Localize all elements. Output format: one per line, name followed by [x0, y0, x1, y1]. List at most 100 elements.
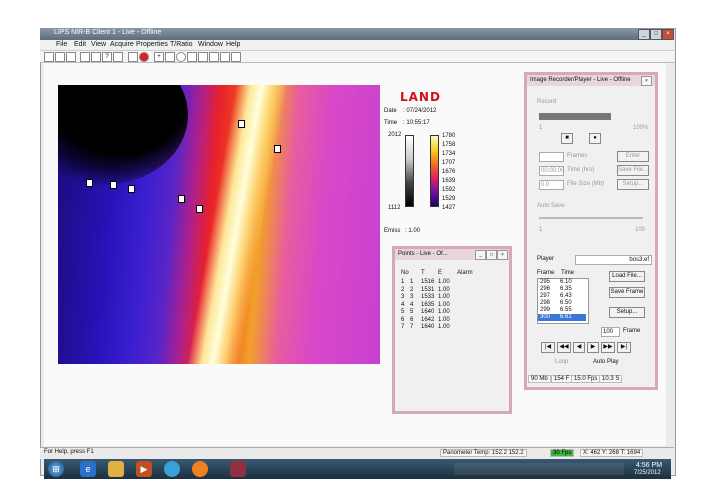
menu-window[interactable]: Window — [198, 41, 223, 48]
stop-button[interactable]: ● — [589, 133, 601, 144]
app-icon[interactable] — [164, 461, 180, 477]
status-frames: 154 F — [551, 375, 573, 383]
save-file-button[interactable]: Save File... — [617, 165, 649, 176]
frame-list-item[interactable]: 298 6.50 — [538, 300, 586, 307]
lips-app-icon[interactable] — [230, 461, 246, 477]
close-icon[interactable]: × — [641, 76, 652, 86]
pointer-icon[interactable] — [113, 52, 123, 62]
crosshair-icon[interactable]: + — [154, 52, 164, 62]
close-icon[interactable]: × — [662, 29, 674, 40]
menu-acquire[interactable]: Acquire — [110, 41, 134, 48]
frame-list-item[interactable]: 295 6.10 — [538, 279, 586, 286]
point-marker[interactable] — [238, 120, 245, 128]
player-file-field[interactable]: bos3.ef — [575, 255, 652, 265]
new-icon[interactable] — [44, 52, 54, 62]
header-alarm: Alarm — [457, 270, 473, 276]
menu-properties[interactable]: Properties — [136, 41, 168, 48]
loop-checkbox[interactable]: Loop — [555, 359, 568, 365]
title-bar[interactable]: LIPS NIR-B Client 1 - Live - Offline _ □… — [40, 28, 674, 40]
status-pyrometer: Panometer Temp: 152.2 152.2 — [440, 449, 527, 457]
header-t: T — [421, 270, 425, 276]
settings-icon[interactable] — [128, 52, 138, 62]
point-marker[interactable] — [128, 185, 135, 193]
last-frame-button[interactable]: ▶| — [617, 342, 631, 353]
row-index: 5 — [401, 309, 405, 315]
first-frame-button[interactable]: |◀ — [541, 342, 555, 353]
menu-help[interactable]: Help — [226, 41, 240, 48]
close-icon[interactable]: × — [497, 250, 508, 260]
chart-icon[interactable] — [209, 52, 219, 62]
recorder-title-bar[interactable]: Image Recorder/Player - Live - Offline × — [527, 75, 655, 86]
thermal-image[interactable] — [58, 85, 380, 364]
point-e: 1.00 — [438, 301, 450, 308]
toolbar: ? + — [40, 51, 674, 63]
ie-icon[interactable]: e — [80, 461, 96, 477]
player-radio[interactable]: Player — [537, 256, 554, 262]
frame-list-item[interactable]: 297 6.43 — [538, 293, 586, 300]
clock-date: 7/25/2012 — [634, 470, 661, 476]
record-radio[interactable]: Record — [537, 99, 556, 105]
scale-tick-label: 1758 — [442, 142, 456, 148]
setup-button[interactable]: Setup... — [617, 179, 649, 190]
frame-time: 6.43 — [560, 293, 572, 299]
point-marker[interactable] — [178, 195, 185, 203]
record-slider[interactable] — [539, 217, 643, 219]
frame-list-item[interactable]: 300 6.61 — [538, 314, 586, 321]
frame-list-item[interactable]: 296 6.35 — [538, 286, 586, 293]
points-panel-title-bar[interactable]: Points - Live - Of... _ □ × — [395, 249, 509, 260]
menu-view[interactable]: View — [91, 41, 106, 48]
frame-time: 6.35 — [560, 286, 572, 292]
rewind-button[interactable]: ◀◀ — [557, 342, 571, 353]
menu-file[interactable]: File — [56, 41, 67, 48]
tool-icon[interactable] — [231, 52, 241, 62]
point-marker[interactable] — [196, 205, 203, 213]
setup2-button[interactable]: Setup... — [609, 307, 645, 318]
app2-icon[interactable] — [192, 461, 208, 477]
frame-number: 296 — [540, 286, 551, 292]
record-icon[interactable] — [139, 52, 149, 62]
save-frame-button[interactable]: Save Frame — [609, 287, 645, 298]
print-icon[interactable] — [80, 52, 90, 62]
fast-forward-button[interactable]: ▶▶ — [601, 342, 615, 353]
profile-icon[interactable] — [198, 52, 208, 62]
point-marker[interactable] — [110, 181, 117, 189]
load-file-button[interactable]: Load File... — [609, 271, 645, 282]
info-icon[interactable] — [220, 52, 230, 62]
minimize-icon[interactable]: _ — [475, 250, 486, 260]
frames-list[interactable]: 295 6.10 296 6.35 297 6.43 298 6.50 299 6.55 300 6.… — [537, 278, 589, 324]
row-index: 4 — [401, 301, 405, 308]
frame-count-field[interactable]: 100 — [601, 327, 620, 337]
filesize-field[interactable]: 0.0 — [539, 180, 564, 190]
folder-icon[interactable] — [108, 461, 124, 477]
maximize-icon[interactable]: □ — [650, 29, 662, 40]
filesize-label: File Size (Mb) — [567, 181, 605, 187]
date-label: Date — [384, 108, 397, 114]
window-title: LIPS NIR-B Client 1 - Live - Offline — [54, 29, 162, 36]
frames-field[interactable] — [539, 152, 564, 162]
step-back-button[interactable]: ◀ — [573, 342, 585, 353]
play-button[interactable]: ▶ — [587, 342, 599, 353]
frame-list-item[interactable]: 299 6.55 — [538, 307, 586, 314]
frame-number: 300 — [540, 314, 551, 320]
enter-button[interactable]: Enter — [617, 151, 649, 162]
header-e: E — [438, 270, 443, 276]
point-marker[interactable] — [86, 179, 93, 187]
line-icon[interactable] — [187, 52, 197, 62]
save-icon[interactable] — [66, 52, 76, 62]
pause-button[interactable]: ■ — [561, 133, 573, 144]
point-marker[interactable] — [274, 145, 281, 153]
zoom-icon[interactable] — [91, 52, 101, 62]
time-field[interactable]: 00:00:00 — [539, 166, 564, 176]
start-icon[interactable]: ⊞ — [48, 461, 64, 477]
autosave-checkbox[interactable]: Auto Save — [537, 203, 565, 209]
autoplay-checkbox[interactable]: Auto Play — [593, 359, 619, 365]
ellipse-icon[interactable] — [176, 52, 186, 62]
minimize-icon[interactable]: _ — [638, 29, 650, 40]
maximize-icon[interactable]: □ — [486, 250, 497, 260]
help-icon[interactable]: ? — [102, 52, 112, 62]
rectangle-icon[interactable] — [165, 52, 175, 62]
menu-tratio[interactable]: T/Ratio — [170, 41, 193, 48]
menu-edit[interactable]: Edit — [74, 41, 86, 48]
open-icon[interactable] — [55, 52, 65, 62]
media-icon[interactable]: ▶ — [136, 461, 152, 477]
